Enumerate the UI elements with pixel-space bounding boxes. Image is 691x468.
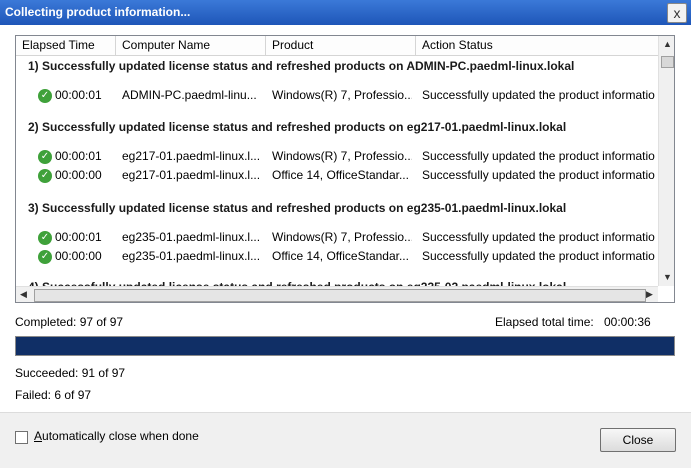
column-computer-name[interactable]: Computer Name [116,36,266,55]
vertical-scrollbar[interactable]: ▲ ▼ [658,36,674,286]
success-check-icon: ✓ [38,88,52,103]
close-button[interactable]: Close [600,428,676,452]
product-cell: Office 14, OfficeStandar... [272,168,409,182]
computer-name-cell: eg235-01.paedml-linux.l... [122,249,261,263]
group-header: 3) Successfully updated license status a… [28,201,567,215]
column-elapsed-time[interactable]: Elapsed Time [16,36,116,55]
vertical-scroll-thumb[interactable] [661,56,674,68]
results-list[interactable]: Elapsed Time Computer Name Product Actio… [15,35,675,303]
action-status-cell: Successfully updated the product informa… [422,249,655,263]
action-status-cell: Successfully updated the product informa… [422,230,655,244]
list-row[interactable]: ✓ 00:00:00 eg217-01.paedml-linux.l... Off… [16,166,658,184]
action-status-cell: Successfully updated the product informa… [422,88,655,102]
scroll-left-arrow-icon[interactable]: ◀ [20,289,27,300]
scroll-down-arrow-icon[interactable]: ▼ [663,272,672,282]
list-row[interactable]: ✓ 00:00:01 eg217-01.paedml-linux.l... Win… [16,147,658,165]
list-row[interactable]: ✓ 00:00:01 eg235-01.paedml-linux.l... Win… [16,228,658,246]
success-check-icon: ✓ [38,249,52,264]
group-header: 1) Successfully updated license status a… [28,59,575,73]
title-bar: Collecting product information... x [0,0,691,25]
progress-bar [15,336,675,356]
column-product[interactable]: Product [266,36,416,55]
product-cell: Windows(R) 7, Professio... [272,88,412,102]
elapsed-total-label: Elapsed total time: [495,315,594,329]
success-check-icon: ✓ [38,168,52,183]
success-check-icon: ✓ [38,230,52,245]
list-row[interactable]: ✓ 00:00:01 ADMIN-PC.paedml-linu... Window… [16,86,658,104]
dialog-body: Elapsed Time Computer Name Product Actio… [0,25,691,468]
succeeded-count: Succeeded: 91 of 97 [15,366,126,380]
window-title: Collecting product information... [5,5,191,19]
auto-close-label-text: utomatically close when done [42,429,199,443]
scroll-right-arrow-icon[interactable]: ▶ [646,289,653,300]
success-check-icon: ✓ [38,149,52,164]
column-action-status[interactable]: Action Status [416,36,658,55]
computer-name-cell: ADMIN-PC.paedml-linu... [122,88,257,102]
scroll-up-arrow-icon[interactable]: ▲ [663,39,672,49]
failed-count: Failed: 6 of 97 [15,388,92,402]
computer-name-cell: eg217-01.paedml-linux.l... [122,149,261,163]
horizontal-scrollbar[interactable]: ◀ ▶ [16,286,658,302]
elapsed-time-cell: 00:00:01 [55,149,102,163]
close-window-button[interactable]: x [667,3,687,23]
elapsed-time-cell: 00:00:01 [55,230,102,244]
list-row[interactable]: ✓ 00:00:00 eg235-01.paedml-linux.l... Off… [16,247,658,265]
action-status-cell: Successfully updated the product informa… [422,168,655,182]
completed-count: Completed: 97 of 97 [15,315,124,329]
elapsed-time-cell: 00:00:00 [55,168,102,182]
group-header: 2) Successfully updated license status a… [28,120,567,134]
elapsed-time-cell: 00:00:01 [55,88,102,102]
computer-name-cell: eg235-01.paedml-linux.l... [122,230,261,244]
product-cell: Windows(R) 7, Professio... [272,230,412,244]
column-header-row: Elapsed Time Computer Name Product Actio… [16,36,658,56]
auto-close-checkbox[interactable] [15,431,28,444]
dialog-footer: Automatically close when done Close [0,412,691,468]
auto-close-label[interactable]: Automatically close when done [34,429,199,443]
action-status-cell: Successfully updated the product informa… [422,149,655,163]
elapsed-total-value: 00:00:36 [604,315,651,329]
horizontal-scroll-thumb[interactable] [34,289,646,302]
elapsed-time-cell: 00:00:00 [55,249,102,263]
product-cell: Windows(R) 7, Professio... [272,149,412,163]
computer-name-cell: eg217-01.paedml-linux.l... [122,168,261,182]
product-cell: Office 14, OfficeStandar... [272,249,409,263]
